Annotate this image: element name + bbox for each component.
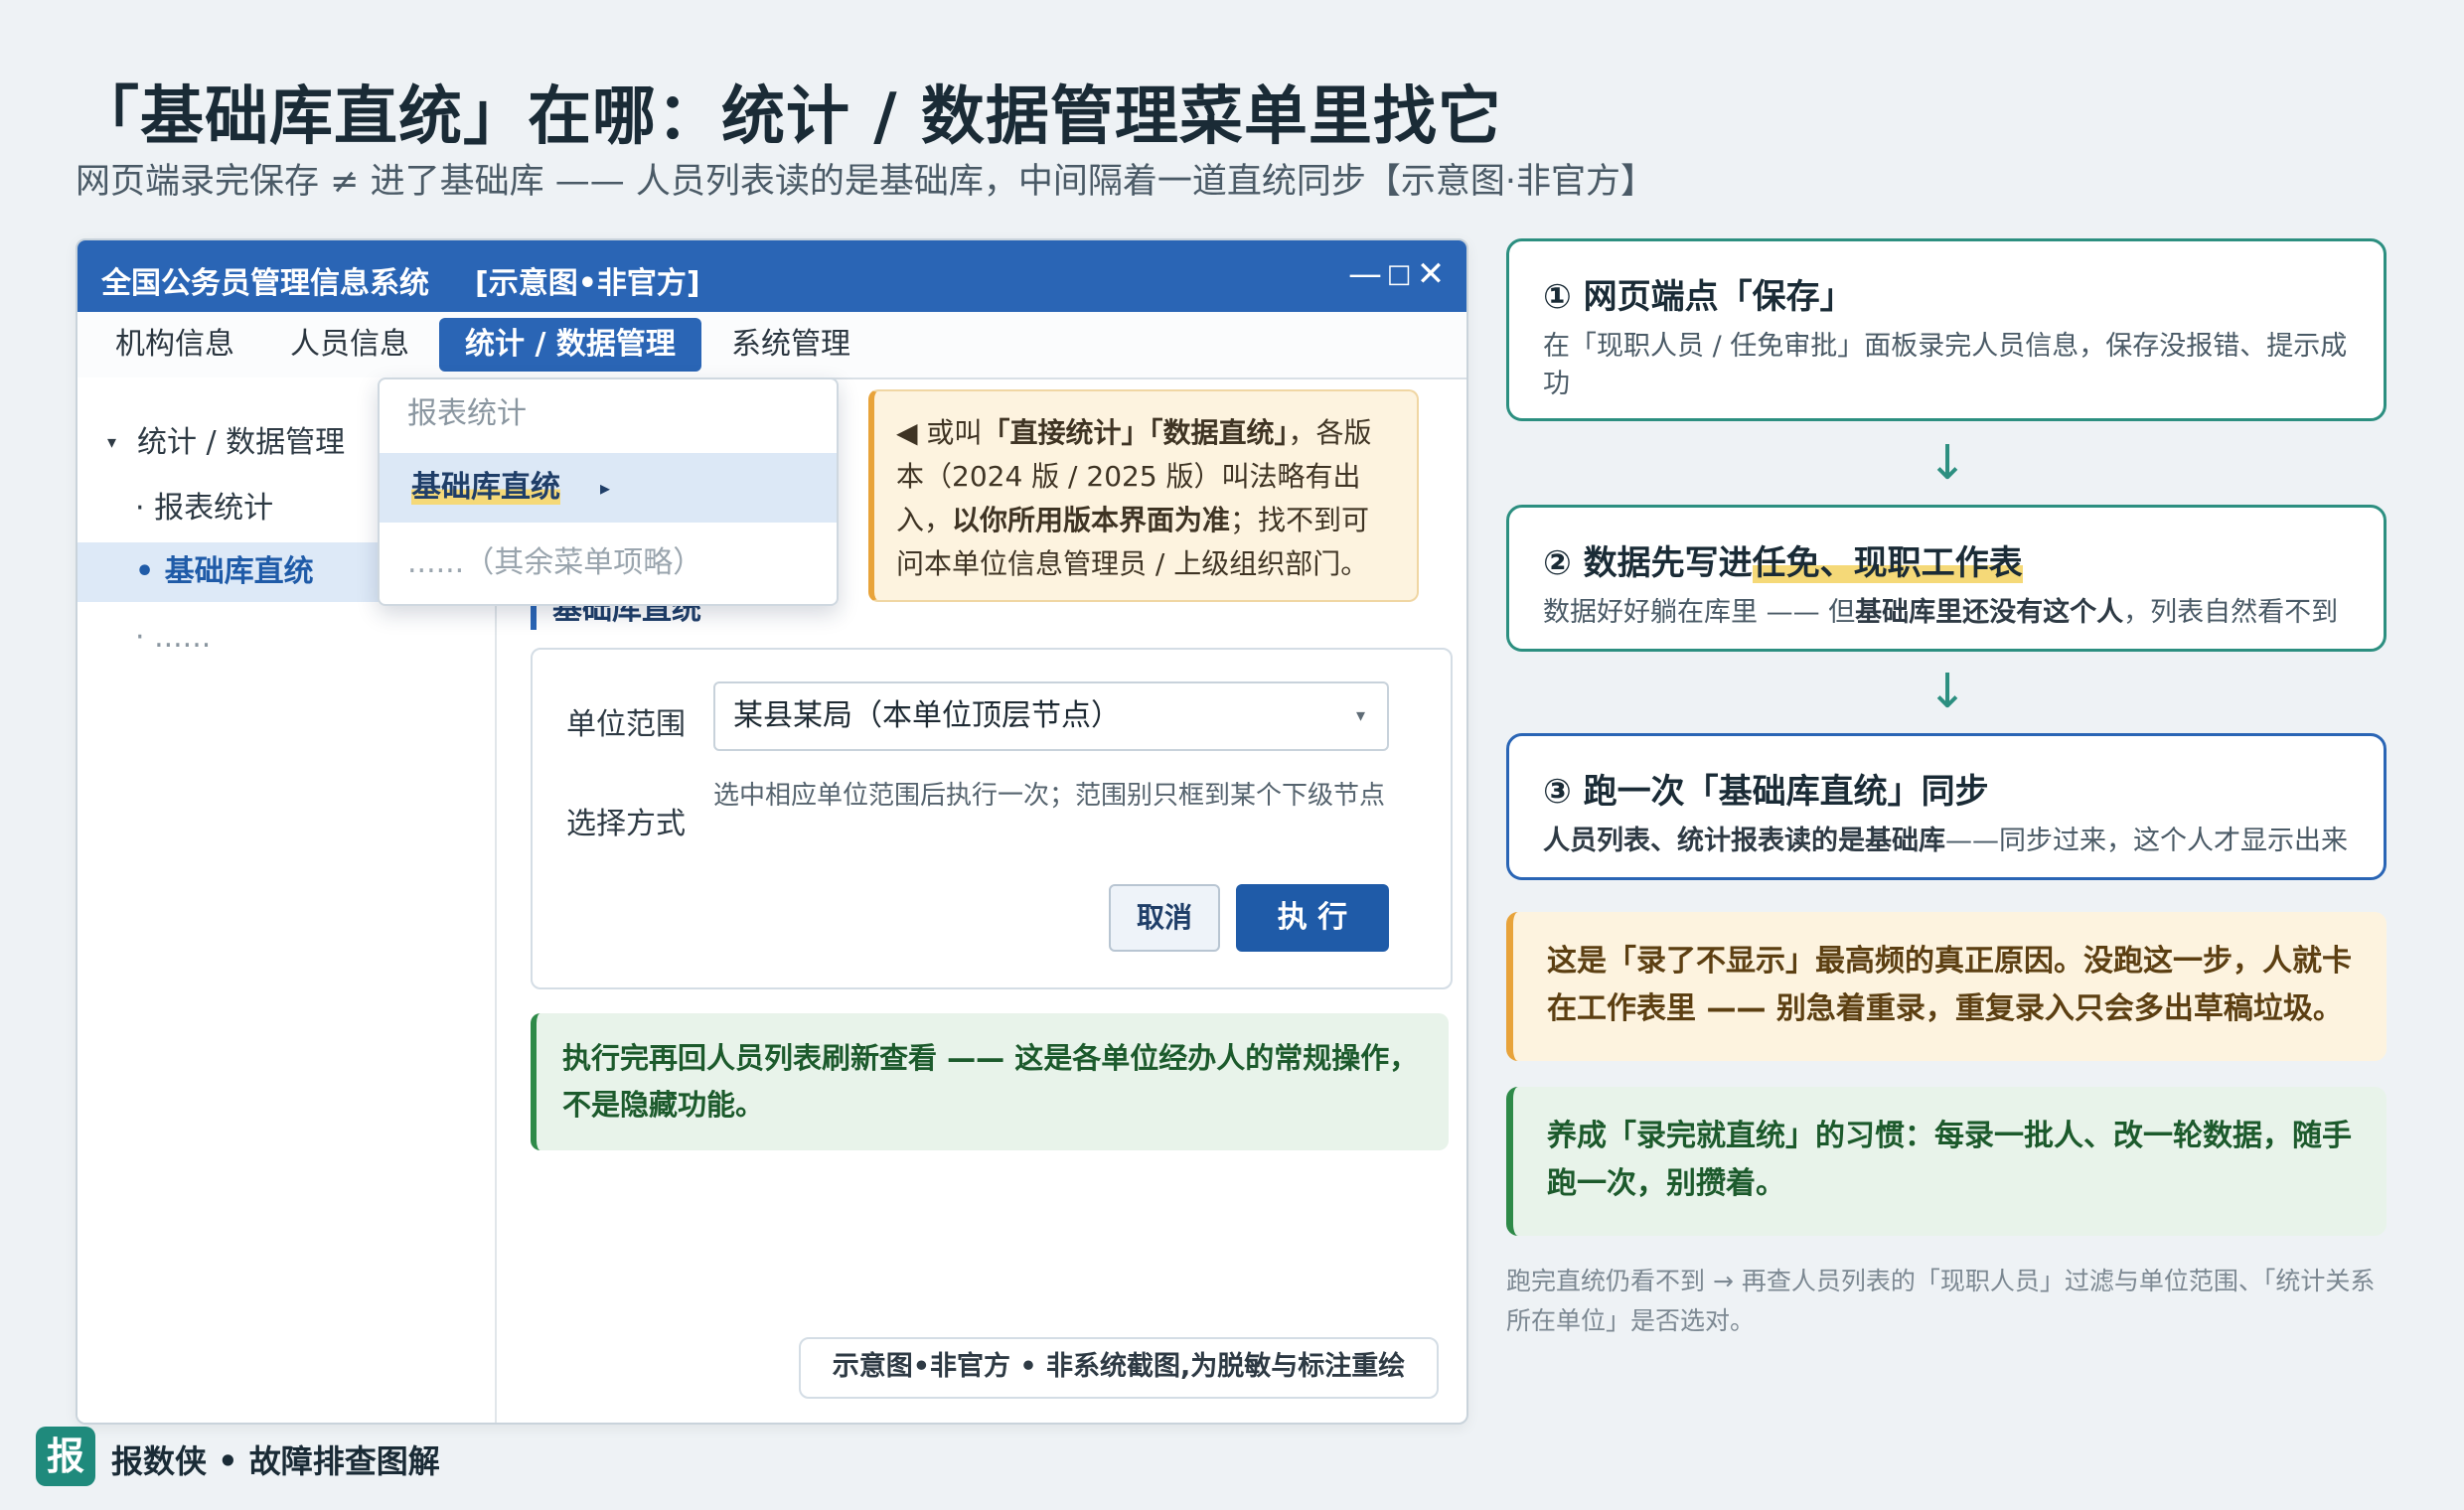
app-window: 全国公务员管理信息系统 [示意图•非官方] — □ ✕ 机构信息 人员信息 统计… xyxy=(76,238,1468,1425)
window-titlebar: 全国公务员管理信息系统 [示意图•非官方] — □ ✕ xyxy=(77,240,1466,312)
app-title: 全国公务员管理信息系统 xyxy=(101,266,429,301)
brand-name: 报数侠 • 故障排查图解 xyxy=(111,1442,440,1480)
menu-personnel-info[interactable]: 人员信息 xyxy=(290,312,409,378)
tree-group-label: 统计 / 数据管理 xyxy=(137,425,346,460)
cancel-button[interactable]: 取消 xyxy=(1109,884,1220,952)
page-title: 「基础库直统」在哪：统计 / 数据管理菜单里找它 xyxy=(76,80,1502,154)
step-3-desc: 人员列表、统计报表读的是基础库——同步过来，这个人才显示出来 xyxy=(1543,826,2348,856)
stats-dropdown-menu: 报表统计 基础库直统 ▸ ......（其余菜单项略） xyxy=(378,378,839,606)
habit-callout: 养成「录完就直统」的习惯：每录一批人、改一轮数据，随手跑一次，别攒着。 xyxy=(1506,1087,2387,1236)
scope-select[interactable]: 某县某局（本单位顶层节点） ▾ xyxy=(713,681,1389,751)
menu-bar: 机构信息 人员信息 统计 / 数据管理 系统管理 xyxy=(77,312,1466,379)
refresh-tip: 执行完再回人员列表刷新查看 —— 这是各单位经办人的常规操作，不是隐藏功能。 xyxy=(531,1013,1449,1150)
sync-form-card: 单位范围 某县某局（本单位顶层节点） ▾ 选择方式 选中相应单位范围后执行一次；… xyxy=(531,648,1453,989)
disclaimer-badge: 示意图•非官方 • 非系统截图,为脱敏与标注重绘 xyxy=(799,1337,1439,1399)
dropdown-item-more[interactable]: ......（其余菜单项略） xyxy=(380,528,837,598)
warning-callout: 这是「录了不显示」最高频的真正原因。没跑这一步，人就卡在工作表里 —— 别急着重… xyxy=(1506,912,2387,1061)
step-2-desc: 数据好好躺在库里 —— 但基础库里还没有这个人，列表自然看不到 xyxy=(1543,597,2339,628)
app-tag: [示意图•非官方] xyxy=(475,266,700,301)
page-subtitle: 网页端录完保存 ≠ 进了基础库 —— 人员列表读的是基础库，中间隔着一道直统同步… xyxy=(76,162,1655,202)
arrow-down-icon: ↓ xyxy=(1927,664,1968,719)
execute-button[interactable]: 执 行 xyxy=(1236,884,1389,952)
menu-org-info[interactable]: 机构信息 xyxy=(115,312,234,378)
step-1-title: ① 网页端点「保存」 xyxy=(1543,277,1854,317)
dropdown-item-report-stats[interactable]: 报表统计 xyxy=(380,379,837,449)
tree-item-more[interactable]: · ...... xyxy=(77,608,495,668)
step-1-card: ① 网页端点「保存」 在「现职人员 / 任免审批」面板录完人员信息，保存没报错、… xyxy=(1506,238,2387,421)
step-2-title: ② 数据先写进任免、现职工作表 xyxy=(1543,543,2023,583)
arrow-down-icon: ↓ xyxy=(1927,435,1968,491)
brand-logo-icon: 报 xyxy=(36,1427,95,1486)
scope-label: 单位范围 xyxy=(566,707,686,742)
chevron-down-icon: ▾ xyxy=(1355,705,1365,726)
mode-label: 选择方式 xyxy=(566,807,686,841)
close-icon[interactable]: ✕ xyxy=(1411,252,1451,296)
footnote: 跑完直统仍看不到 → 再查人员列表的「现职人员」过滤与单位范围、「统计关系所在单… xyxy=(1506,1267,2376,1335)
step-1-desc: 在「现职人员 / 任免审批」面板录完人员信息，保存没报错、提示成功 xyxy=(1543,331,2348,399)
mode-hint: 选中相应单位范围后执行一次；范围别只框到某个下级节点 xyxy=(713,781,1386,811)
submenu-arrow-icon: ▸ xyxy=(600,476,611,500)
caret-down-icon: ▾ xyxy=(107,432,117,453)
step-3-card: ③ 跑一次「基础库直统」同步 人员列表、统计报表读的是基础库——同步过来，这个人… xyxy=(1506,733,2387,880)
dropdown-item-base-sync[interactable]: 基础库直统 ▸ xyxy=(380,453,837,523)
menu-system-admin[interactable]: 系统管理 xyxy=(731,312,850,378)
naming-note: ◀ 或叫「直接统计」「数据直统」，各版本（2024 版 / 2025 版）叫法略… xyxy=(868,389,1419,602)
note-prefix: ◀ 或叫 xyxy=(896,416,983,449)
step-3-title: ③ 跑一次「基础库直统」同步 xyxy=(1543,772,1989,812)
step-2-card: ② 数据先写进任免、现职工作表 数据好好躺在库里 —— 但基础库里还没有这个人，… xyxy=(1506,505,2387,652)
menu-stats-data[interactable]: 统计 / 数据管理 xyxy=(439,318,701,372)
